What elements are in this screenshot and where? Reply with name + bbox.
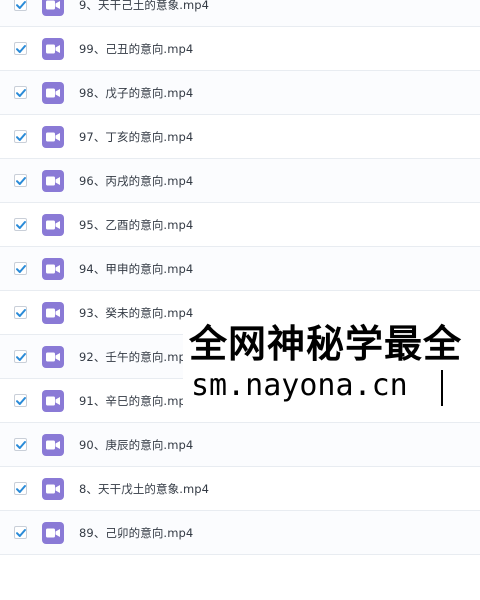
checkmark-icon (16, 45, 26, 53)
file-checkbox[interactable] (14, 394, 27, 407)
checkmark-icon (16, 441, 26, 449)
video-file-icon (42, 389, 64, 412)
file-row[interactable]: 9、天干己土的意象.mp4 (0, 0, 480, 27)
video-file-icon (42, 301, 64, 324)
video-file-icon (42, 0, 64, 16)
file-row[interactable]: 90、庚辰的意向.mp4 (0, 423, 480, 467)
file-checkbox[interactable] (14, 526, 27, 539)
video-file-icon (42, 433, 64, 456)
file-name[interactable]: 92、壬午的意向.mp4 (79, 349, 193, 365)
file-checkbox[interactable] (14, 86, 27, 99)
file-row[interactable]: 97、丁亥的意向.mp4 (0, 115, 480, 159)
checkmark-icon (16, 221, 26, 229)
file-checkbox[interactable] (14, 42, 27, 55)
file-row[interactable]: 98、戊子的意向.mp4 (0, 71, 480, 115)
file-name[interactable]: 94、甲申的意向.mp4 (79, 261, 193, 277)
file-row[interactable]: 99、己丑的意向.mp4 (0, 27, 480, 71)
file-name[interactable]: 98、戊子的意向.mp4 (79, 85, 193, 101)
checkmark-icon (16, 397, 26, 405)
video-file-icon (42, 169, 64, 192)
file-checkbox[interactable] (14, 262, 27, 275)
file-row[interactable]: 94、甲申的意向.mp4 (0, 247, 480, 291)
file-name[interactable]: 95、乙酉的意向.mp4 (79, 217, 193, 233)
checkmark-icon (16, 485, 26, 493)
checkmark-icon (16, 309, 26, 317)
video-file-icon (42, 477, 64, 500)
file-row[interactable]: 89、己卯的意向.mp4 (0, 511, 480, 555)
video-file-icon (42, 213, 64, 236)
video-file-icon (42, 37, 64, 60)
watermark-url: sm.nayona.cn (191, 368, 408, 403)
file-checkbox[interactable] (14, 130, 27, 143)
checkmark-icon (16, 89, 26, 97)
file-row[interactable]: 8、天干戊土的意象.mp4 (0, 467, 480, 511)
file-name[interactable]: 96、丙戌的意向.mp4 (79, 173, 193, 189)
file-list: 9、天干己土的意象.mp4 99、己丑的意向.mp4 98、戊子的意向.mp4 97、… (0, 0, 480, 555)
checkmark-icon (16, 265, 26, 273)
file-name[interactable]: 89、己卯的意向.mp4 (79, 525, 193, 541)
file-name[interactable]: 8、天干戊土的意象.mp4 (79, 481, 209, 497)
file-checkbox[interactable] (14, 218, 27, 231)
video-file-icon (42, 125, 64, 148)
file-name[interactable]: 93、癸未的意向.mp4 (79, 305, 193, 321)
watermark-overlay: 全网神秘学最全 sm.nayona.cn (183, 318, 480, 410)
file-row[interactable]: 95、乙酉的意向.mp4 (0, 203, 480, 247)
video-file-icon (42, 345, 64, 368)
video-file-icon (42, 257, 64, 280)
file-checkbox[interactable] (14, 438, 27, 451)
file-name[interactable]: 9、天干己土的意象.mp4 (79, 0, 209, 13)
file-checkbox[interactable] (14, 174, 27, 187)
file-checkbox[interactable] (14, 350, 27, 363)
video-file-icon (42, 521, 64, 544)
video-file-icon (42, 81, 64, 104)
watermark-title: 全网神秘学最全 (189, 322, 463, 366)
file-name[interactable]: 90、庚辰的意向.mp4 (79, 437, 193, 453)
text-cursor (441, 370, 443, 406)
file-name[interactable]: 91、辛巳的意向.mp4 (79, 393, 193, 409)
file-name[interactable]: 97、丁亥的意向.mp4 (79, 129, 193, 145)
file-name[interactable]: 99、己丑的意向.mp4 (79, 41, 193, 57)
checkmark-icon (16, 353, 26, 361)
checkmark-icon (16, 133, 26, 141)
file-checkbox[interactable] (14, 482, 27, 495)
file-checkbox[interactable] (14, 306, 27, 319)
file-checkbox[interactable] (14, 0, 27, 11)
checkmark-icon (16, 177, 26, 185)
checkmark-icon (16, 1, 26, 9)
checkmark-icon (16, 529, 26, 537)
file-row[interactable]: 96、丙戌的意向.mp4 (0, 159, 480, 203)
